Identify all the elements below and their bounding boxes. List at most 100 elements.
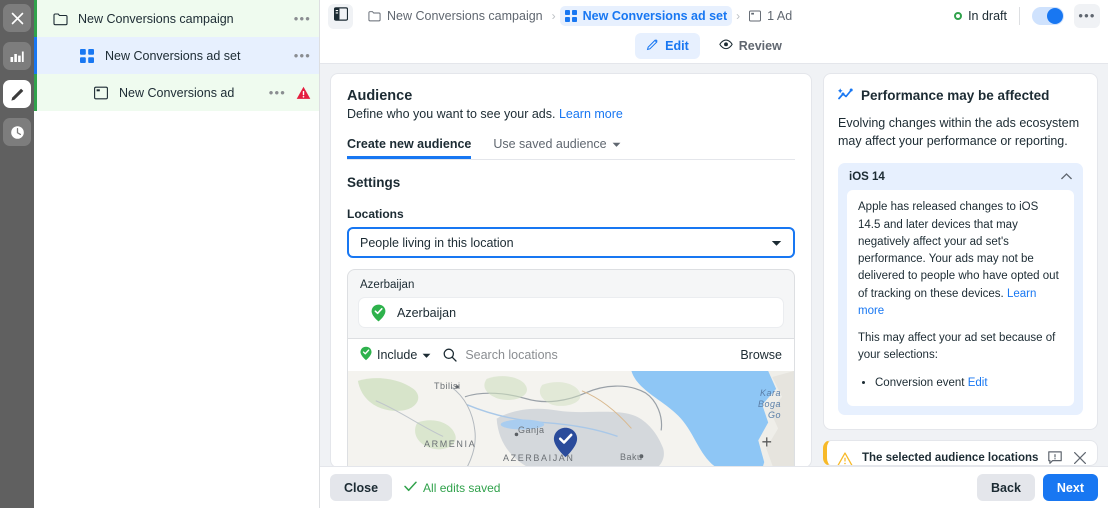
search-input[interactable]: Search locations — [465, 348, 557, 362]
pencil-icon-button[interactable] — [3, 80, 31, 108]
chevron-down-icon — [612, 137, 621, 151]
chevron-down-icon — [771, 236, 782, 250]
locations-label: Locations — [347, 207, 404, 221]
feedback-icon[interactable] — [1048, 451, 1062, 465]
toggle-knob — [1047, 7, 1063, 24]
breadcrumb-label: New Conversions campaign — [387, 9, 543, 23]
location-type-select[interactable]: People living in this location — [347, 227, 795, 258]
clock-icon — [10, 125, 25, 140]
pencil-icon — [646, 38, 659, 54]
tab-use-saved-audience[interactable]: Use saved audience — [493, 137, 621, 159]
include-label: Include — [377, 348, 418, 362]
performance-header: Performance may be affected — [838, 87, 1083, 104]
ios14-paragraph-2: This may affect your ad set because of y… — [858, 332, 1056, 362]
warning-triangle-icon — [837, 451, 853, 465]
close-icon-button[interactable] — [3, 4, 31, 32]
folder-icon — [368, 10, 381, 22]
side-panel-icon — [333, 6, 348, 26]
reels-warning-content: The selected audience locations aren't a… — [862, 451, 1087, 465]
breadcrumb-label: New Conversions ad set — [582, 9, 728, 23]
trend-icon — [838, 87, 853, 104]
tab-review-label: Review — [738, 38, 782, 53]
performance-title: Performance may be affected — [861, 88, 1050, 103]
check-icon — [404, 481, 417, 495]
grid-icon — [78, 47, 96, 65]
close-icon[interactable] — [1073, 451, 1087, 465]
row-accent-bar — [34, 37, 37, 74]
back-button[interactable]: Back — [977, 474, 1035, 501]
ad-icon — [92, 84, 110, 102]
browse-button[interactable]: Browse — [740, 348, 782, 362]
tree-row-adset[interactable]: New Conversions ad set ••• — [34, 37, 319, 74]
grid-icon — [564, 10, 577, 22]
chevron-down-icon — [422, 348, 431, 362]
audience-tabs: Create new audience Use saved audience — [347, 137, 795, 160]
performance-body: Evolving changes within the ads ecosyste… — [838, 116, 1080, 149]
tree-row-campaign[interactable]: New Conversions campaign ••• — [34, 0, 319, 37]
ios14-title: iOS 14 — [849, 171, 885, 184]
tab-create-new-audience-label: Create new audience — [347, 137, 472, 151]
tab-edit[interactable]: Edit — [635, 32, 700, 59]
audience-subtitle: Define who you want to see your ads. Lea… — [347, 107, 795, 121]
folder-icon — [51, 10, 69, 28]
reels-warning-actions — [1040, 451, 1087, 465]
next-button[interactable]: Next — [1042, 474, 1098, 501]
reels-warning-top: The selected audience locations aren't a… — [862, 451, 1087, 465]
include-dropdown[interactable]: Include — [360, 346, 431, 364]
save-status-label: All edits saved — [423, 480, 501, 495]
breadcrumb-item-campaign[interactable]: New Conversions campaign — [363, 6, 548, 26]
tree-row-label: New Conversions campaign — [78, 11, 234, 26]
location-chip-azerbaijan[interactable]: Azerbaijan — [358, 297, 784, 328]
map-zoom-in-button[interactable]: + — [761, 433, 772, 451]
status-badge: In draft — [968, 8, 1007, 23]
divider — [1019, 6, 1020, 25]
pencil-icon — [10, 87, 25, 102]
breadcrumb-item-adset[interactable]: New Conversions ad set — [559, 6, 733, 26]
breadcrumb: New Conversions campaign › New Conversio… — [320, 0, 1108, 29]
breadcrumb-separator: › — [551, 9, 556, 23]
chevron-up-icon — [1061, 171, 1072, 183]
adset-active-toggle[interactable] — [1032, 6, 1064, 25]
clock-icon-button[interactable] — [3, 118, 31, 146]
tab-create-new-audience[interactable]: Create new audience — [347, 137, 471, 159]
ios14-header[interactable]: iOS 14 — [847, 170, 1074, 190]
more-options-button[interactable]: ••• — [1074, 3, 1100, 28]
audience-card: Audience Define who you want to see your… — [330, 73, 812, 466]
locations-map[interactable]: Tbilisi ARMENIA AZERBAIJAN Ganja Baku Ka… — [348, 371, 794, 466]
tree-row-more-button[interactable]: ••• — [294, 11, 311, 26]
icon-rail — [0, 0, 34, 508]
close-button[interactable]: Close — [330, 474, 393, 501]
tree-row-ad[interactable]: New Conversions ad ••• — [34, 74, 319, 111]
learn-more-link[interactable]: Learn more — [559, 107, 623, 121]
tab-review[interactable]: Review — [708, 33, 793, 59]
breadcrumb-item-ad[interactable]: 1 Ad — [744, 6, 797, 26]
breadcrumb-separator: › — [736, 9, 741, 23]
tree-row-more-button[interactable]: ••• — [294, 48, 311, 63]
location-pin-icon — [360, 346, 372, 364]
row-accent-bar — [34, 0, 37, 37]
tab-use-saved-audience-label: Use saved audience — [493, 137, 607, 151]
main-area: New Conversions campaign › New Conversio… — [320, 0, 1108, 508]
row-accent-bar — [34, 74, 37, 111]
chart-icon — [10, 50, 24, 63]
ad-icon — [749, 10, 762, 22]
side-panel-icon-button[interactable] — [328, 3, 353, 29]
edit-review-tabs: Edit Review — [320, 29, 1108, 62]
top-bar: New Conversions campaign › New Conversio… — [320, 0, 1108, 64]
list-item: Conversion event Edit — [875, 375, 1063, 392]
conversion-event-edit-link[interactable]: Edit — [968, 377, 988, 389]
ios14-bullet-text: Conversion event — [875, 376, 968, 389]
location-chip-label: Azerbaijan — [397, 305, 457, 320]
tree-row-label: New Conversions ad — [119, 85, 235, 100]
chart-icon-button[interactable] — [3, 42, 31, 70]
location-search-row: Include Search locations Browse — [348, 338, 794, 371]
right-sidebar: Performance may be affected Evolving cha… — [823, 73, 1098, 466]
reels-warning-title: The selected audience locations aren't a… — [862, 451, 1039, 464]
ios14-content: Apple has released changes to iOS 14.5 a… — [847, 190, 1074, 406]
settings-heading: Settings — [347, 175, 401, 190]
search-icon — [443, 348, 457, 362]
warning-triangle-icon[interactable] — [296, 86, 311, 100]
ios14-bullet-list: Conversion event Edit — [858, 375, 1063, 392]
map-selected-pin-icon — [553, 427, 578, 458]
tree-row-more-button[interactable]: ••• — [269, 85, 286, 100]
